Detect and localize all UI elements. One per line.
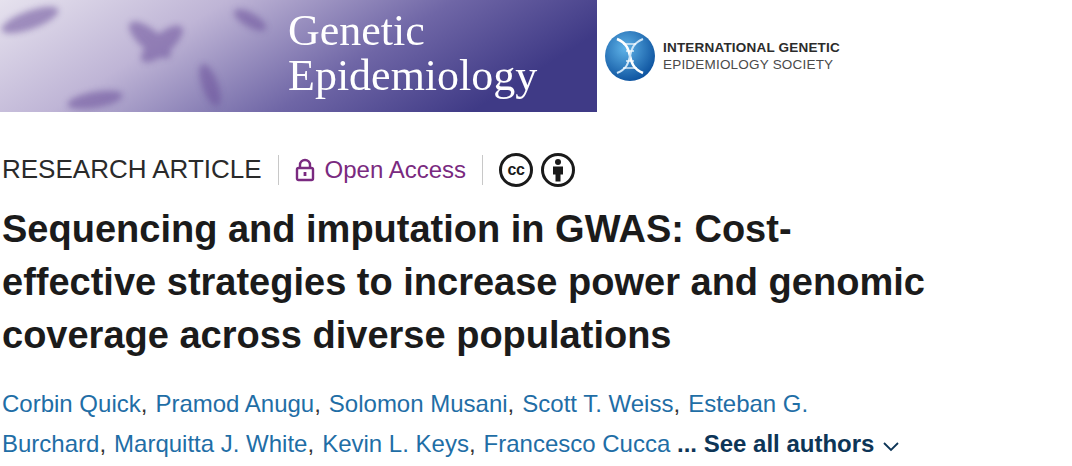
author-link[interactable]: Pramod Anugu xyxy=(155,390,314,417)
open-access-label: Open Access xyxy=(325,152,466,188)
lock-icon xyxy=(295,158,315,182)
journal-title-line: Genetic xyxy=(288,8,597,53)
society-logo[interactable]: INTERNATIONAL GENETICEPIDEMIOLOGY SOCIET… xyxy=(603,29,840,83)
author-separator: , xyxy=(469,430,476,457)
author-separator: , xyxy=(314,390,321,417)
article-title: Sequencing and imputation in GWAS: Cost-… xyxy=(0,203,1072,362)
author-link[interactable]: Marquitta J. White xyxy=(114,430,307,457)
society-name-line: EPIDEMIOLOGY SOCIETY xyxy=(663,56,840,73)
author-link[interactable]: Francesco Cucca xyxy=(484,430,671,457)
author-link[interactable]: Corbin Quick xyxy=(2,390,141,417)
society-name-line: INTERNATIONAL GENETIC xyxy=(663,39,840,56)
author-separator: , xyxy=(307,430,314,457)
journal-title-line: Epidemiology xyxy=(288,53,597,98)
open-access-badge[interactable]: Open Access xyxy=(295,152,466,188)
title-line: Sequencing and imputation in GWAS: Cost- xyxy=(2,203,1072,256)
author-list: Corbin Quick,Pramod Anugu,Solomon Musani… xyxy=(0,384,1010,464)
article-meta: RESEARCH ARTICLE Open Access cc xyxy=(0,150,1072,189)
attribution-person-icon[interactable] xyxy=(541,153,575,187)
article-type: RESEARCH ARTICLE xyxy=(2,150,262,189)
globe-icon xyxy=(603,29,657,83)
author-separator: , xyxy=(99,430,106,457)
divider xyxy=(482,155,483,185)
author-link[interactable]: Kevin L. Keys xyxy=(322,430,469,457)
title-line: effective strategies to increase power a… xyxy=(2,256,1072,309)
chevron-down-icon xyxy=(874,424,900,464)
see-all-authors-button[interactable]: ... See all authors xyxy=(677,430,900,457)
society-name: INTERNATIONAL GENETICEPIDEMIOLOGY SOCIET… xyxy=(663,39,840,73)
author-link[interactable]: Solomon Musani xyxy=(329,390,508,417)
divider xyxy=(278,155,279,185)
author-separator: , xyxy=(508,390,515,417)
title-line: coverage across diverse populations xyxy=(2,309,1072,362)
journal-hero[interactable]: GeneticEpidemiology xyxy=(0,0,597,112)
see-all-authors-label: ... See all authors xyxy=(677,430,874,457)
author-separator: , xyxy=(673,390,680,417)
author-separator: , xyxy=(141,390,148,417)
cc-license-icon[interactable]: cc xyxy=(499,153,533,187)
author-link[interactable]: Scott T. Weiss xyxy=(522,390,673,417)
journal-title: GeneticEpidemiology xyxy=(0,0,597,98)
journal-banner: GeneticEpidemiology INTERNATIONAL GENETIC… xyxy=(0,0,1072,112)
